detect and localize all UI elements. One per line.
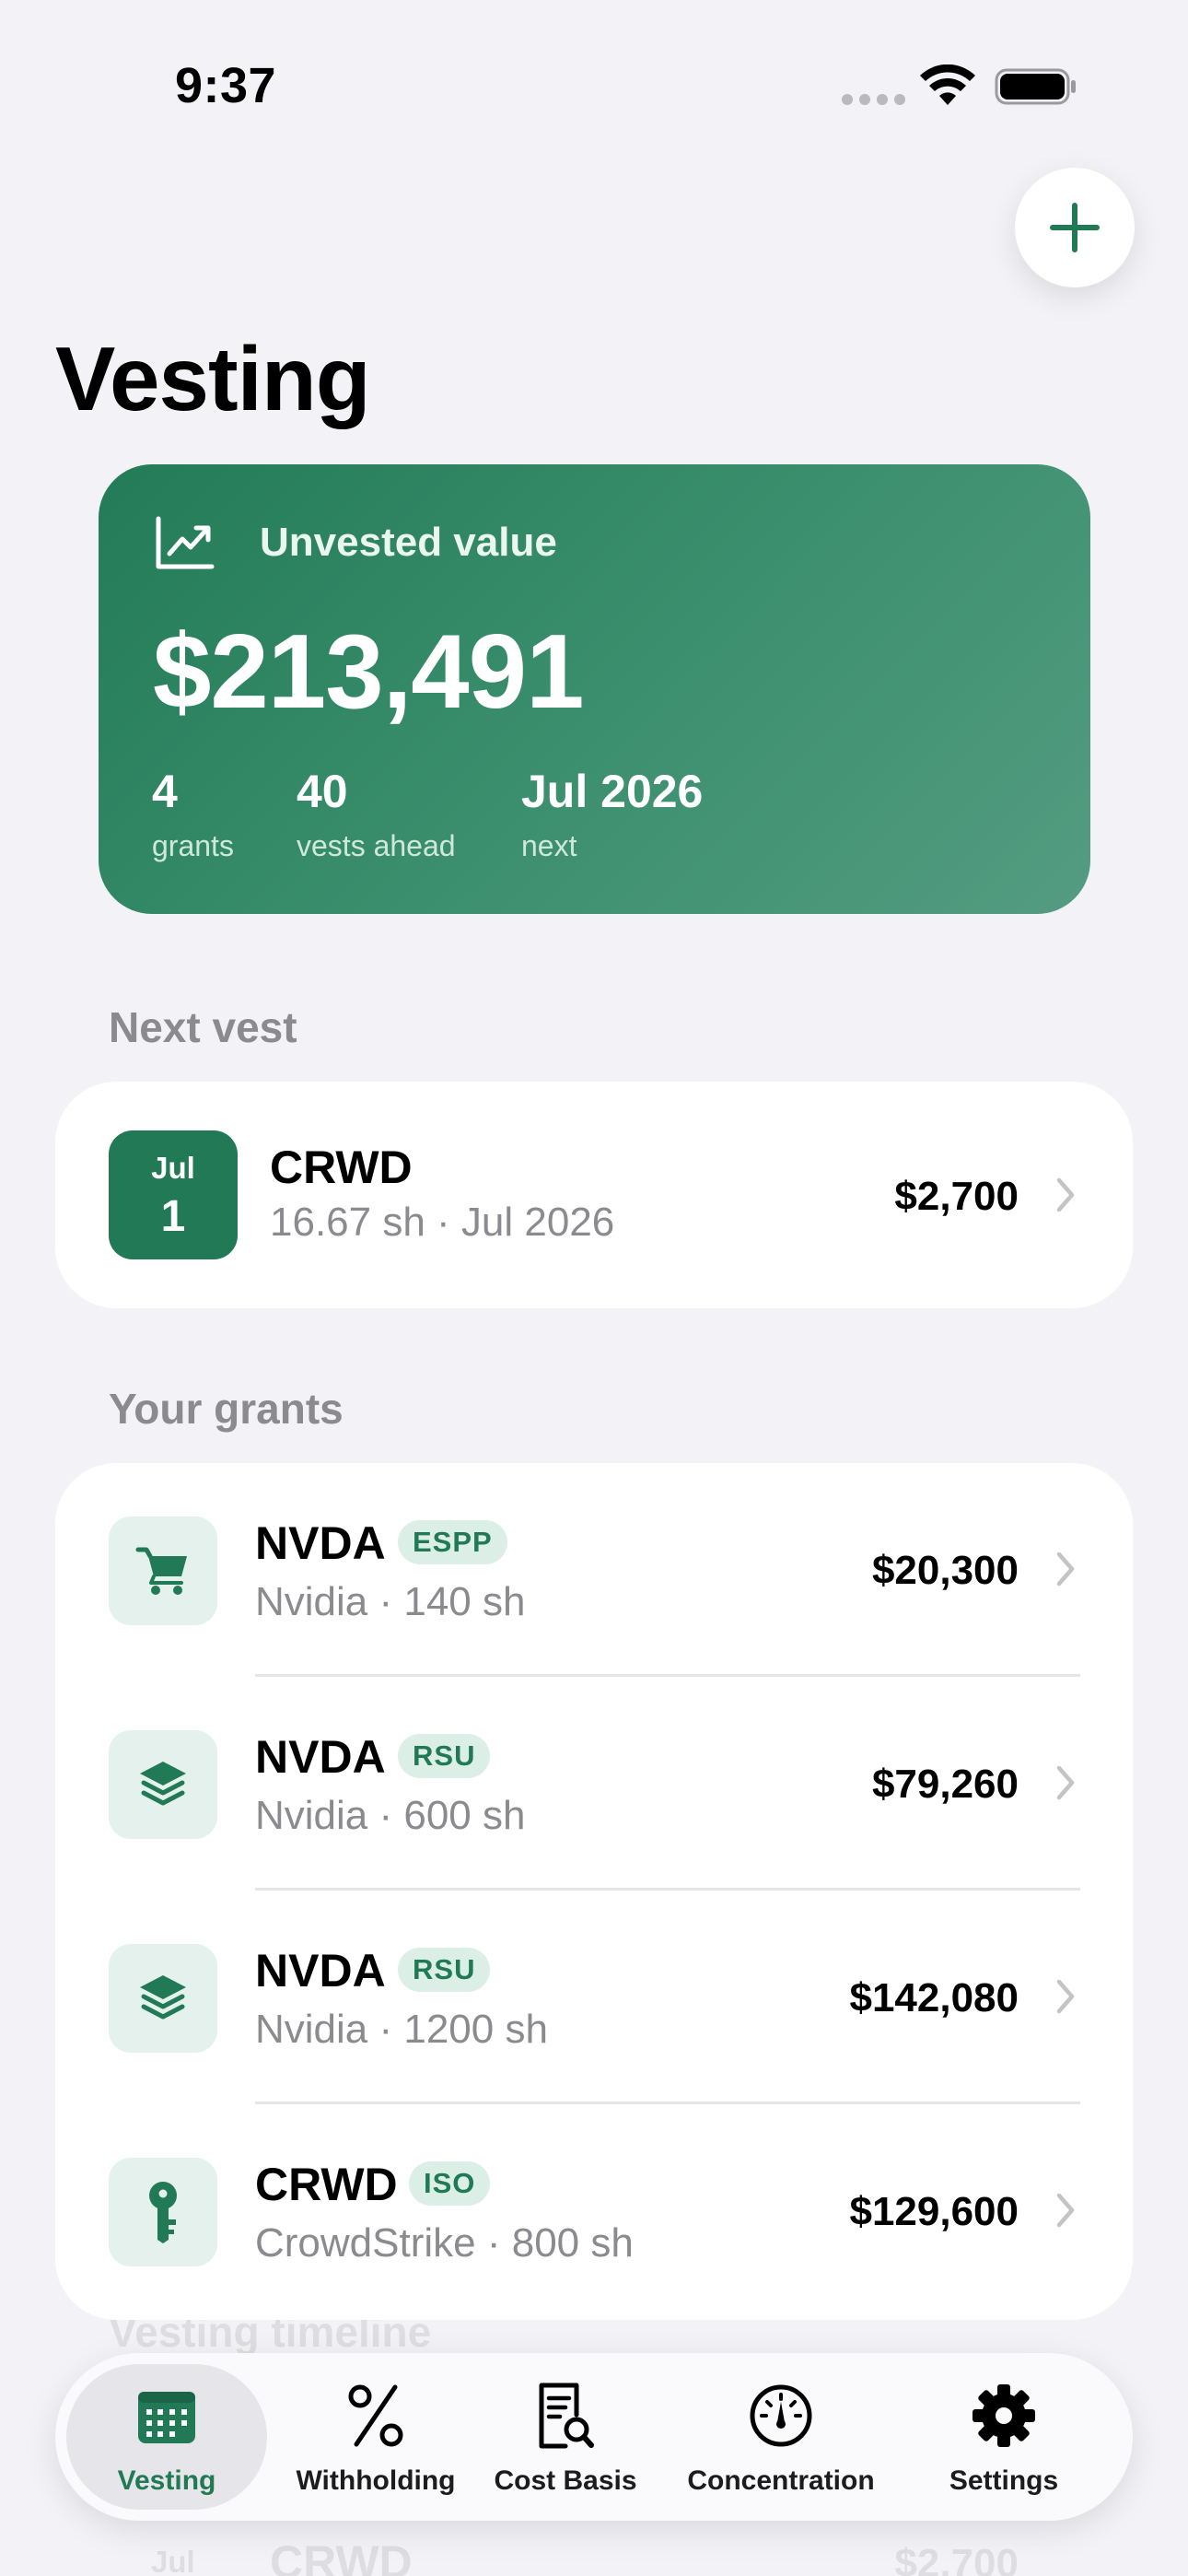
grant-subtitle: CrowdStrike · 800 sh	[255, 2220, 634, 2266]
plus-icon	[1050, 203, 1100, 252]
tab-bar: Vesting Withholding Cost Basis Concentra…	[55, 2353, 1133, 2521]
stat-caption: vests ahead	[297, 829, 456, 862]
unvested-value: $213,491	[153, 614, 584, 731]
next-vest-amount: $2,700	[894, 1174, 1019, 1219]
grant-ticker: CRWD	[255, 2159, 398, 2210]
stat-next: Jul 2026 next	[521, 765, 703, 863]
unvested-summary-card[interactable]: Unvested value $213,491 4 grants 40 vest…	[99, 464, 1090, 914]
stat-caption: grants	[152, 829, 234, 862]
tab-icon	[341, 2381, 411, 2451]
tab-cost-basis[interactable]: Cost Basis	[473, 2353, 658, 2521]
tab-label: Cost Basis	[494, 2465, 637, 2496]
wifi-icon	[920, 64, 975, 105]
grant-ticker: NVDA	[255, 1517, 386, 1569]
stat-grants: 4 grants	[152, 765, 234, 863]
stat-value: 4	[152, 766, 178, 817]
tab-label: Settings	[949, 2465, 1059, 2496]
tab-icon	[746, 2381, 816, 2451]
grant-type-badge: ESPP	[398, 1520, 507, 1564]
stat-value: 40	[297, 766, 348, 817]
grant-amount: $79,260	[871, 1762, 1019, 1807]
tab-label: Vesting	[117, 2465, 216, 2496]
stat-value: Jul 2026	[521, 766, 704, 817]
grant-subtitle: Nvidia · 600 sh	[255, 1793, 526, 1838]
tab-vesting[interactable]: Vesting	[55, 2353, 278, 2521]
tab-icon	[132, 2381, 202, 2451]
grant-type-icon	[109, 1730, 217, 1839]
tab-label: Concentration	[687, 2465, 875, 2496]
ghost-amount: $2,700	[894, 2541, 1019, 2576]
tab-withholding[interactable]: Withholding	[278, 2353, 473, 2521]
grant-amount: $129,600	[849, 2189, 1019, 2234]
chevron-right-icon	[1056, 1979, 1075, 2014]
grant-subtitle: Nvidia · 1200 sh	[255, 2007, 548, 2052]
receipt-search-icon	[539, 2383, 594, 2449]
grant-type-icon	[109, 1944, 217, 2053]
tab-icon	[530, 2381, 600, 2451]
grant-amount: $142,080	[849, 1975, 1019, 2020]
grant-type-badge: RSU	[398, 1948, 491, 1992]
next-vest-heading: Next vest	[109, 1003, 297, 1051]
stat-caption: next	[521, 829, 577, 862]
chevron-right-icon	[1056, 1177, 1075, 1212]
date-day: 1	[160, 1192, 186, 1241]
date-badge: Jul 1	[109, 1130, 238, 1259]
grant-ticker: NVDA	[255, 1945, 386, 1996]
ghost-ticker: CRWD	[270, 2536, 413, 2576]
grant-row[interactable]: CRWD ISO CrowdStrike · 800 sh $129,600	[55, 2104, 1133, 2318]
next-vest-ticker: CRWD	[270, 1142, 413, 1193]
chevron-right-icon	[1056, 1551, 1075, 1587]
gear-icon	[973, 2384, 1035, 2447]
grant-row[interactable]: NVDA ESPP Nvidia · 140 sh $20,300	[55, 1463, 1133, 1677]
chevron-right-icon	[1056, 2193, 1075, 2228]
key-icon	[149, 2182, 177, 2243]
tab-concentration[interactable]: Concentration	[658, 2353, 904, 2521]
summary-label: Unvested value	[260, 520, 557, 565]
status-time: 9:37	[175, 58, 277, 113]
page-title: Vesting	[55, 328, 371, 429]
next-vest-row[interactable]: Jul 1 CRWD 16.67 sh · Jul 2026 $2,700	[55, 1082, 1133, 1308]
grant-row[interactable]: NVDA RSU Nvidia · 1200 sh $142,080	[55, 1891, 1133, 2104]
tab-icon	[969, 2381, 1039, 2451]
grant-subtitle: Nvidia · 140 sh	[255, 1579, 526, 1624]
layers-icon	[140, 1975, 186, 2020]
stat-vests-ahead: 40 vests ahead	[297, 765, 456, 863]
cart-icon	[135, 1547, 187, 1595]
layers-icon	[140, 1762, 186, 1806]
tab-label: Withholding	[296, 2465, 456, 2496]
grant-type-icon	[109, 1516, 217, 1625]
date-month: Jul	[151, 1151, 195, 1185]
gauge-icon	[750, 2384, 812, 2447]
grant-amount: $20,300	[871, 1548, 1019, 1593]
ghost-date-month: Jul	[151, 2545, 195, 2576]
grant-type-icon	[109, 2158, 217, 2266]
grant-row[interactable]: NVDA RSU Nvidia · 600 sh $79,260	[55, 1677, 1133, 1891]
battery-icon	[995, 68, 1076, 105]
grant-type-badge: RSU	[398, 1734, 491, 1778]
calendar-icon	[138, 2392, 195, 2443]
your-grants-heading: Your grants	[109, 1385, 344, 1433]
cellular-signal-icon	[842, 94, 905, 105]
add-grant-button[interactable]	[1015, 168, 1135, 287]
grants-list: NVDA ESPP Nvidia · 140 sh $20,300 NVDA R…	[55, 1463, 1133, 2320]
chevron-right-icon	[1056, 1765, 1075, 1800]
grant-ticker: NVDA	[255, 1731, 386, 1783]
grant-type-badge: ISO	[409, 2161, 491, 2206]
tab-settings[interactable]: Settings	[904, 2353, 1103, 2521]
percent-icon	[348, 2384, 403, 2447]
chart-line-icon	[156, 516, 215, 569]
next-vest-subtitle: 16.67 sh · Jul 2026	[270, 1200, 615, 1245]
